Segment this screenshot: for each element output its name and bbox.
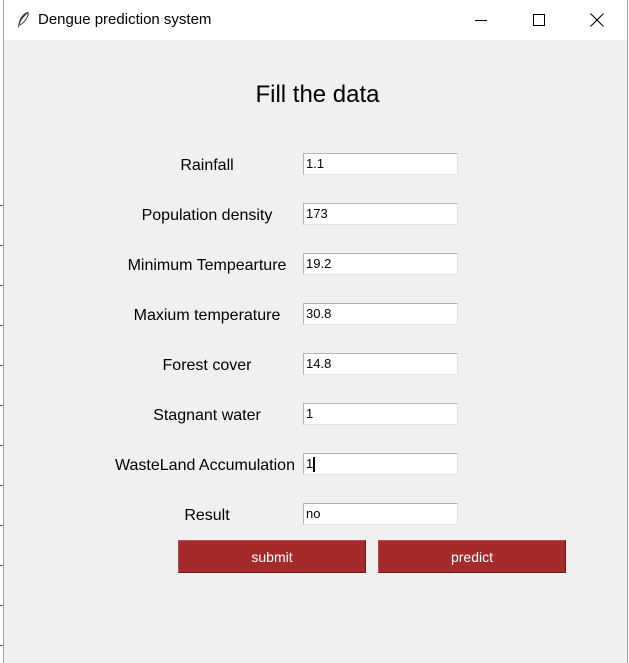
maximize-button[interactable] — [510, 0, 568, 40]
predict-button[interactable]: predict — [378, 540, 566, 573]
minimize-button[interactable] — [452, 0, 510, 40]
app-window: Dengue prediction system Fill the data R… — [3, 0, 628, 663]
minimum-temperature-label: Minimum Tempearture — [127, 257, 287, 274]
wasteland-accumulation-value: 1 — [306, 456, 314, 471]
forest-cover-label: Forest cover — [162, 357, 252, 374]
submit-button[interactable]: submit — [178, 540, 366, 573]
maximize-icon — [533, 14, 545, 26]
maximum-temperature-label: Maxium temperature — [133, 307, 281, 324]
wasteland-accumulation-label: WasteLand Accumulation — [115, 457, 295, 474]
feather-icon — [18, 11, 29, 28]
window-title: Dengue prediction system — [38, 11, 212, 28]
close-button[interactable] — [568, 0, 626, 40]
population-density-input[interactable]: 173 — [303, 203, 458, 225]
wasteland-accumulation-input[interactable]: 1 — [303, 453, 458, 475]
form-heading: Fill the data — [255, 81, 380, 108]
result-label: Result — [184, 507, 230, 524]
rainfall-input[interactable]: 1.1 — [303, 153, 458, 175]
minimum-temperature-input[interactable]: 19.2 — [303, 253, 458, 275]
maximum-temperature-input[interactable]: 30.8 — [303, 303, 458, 325]
forest-cover-input[interactable]: 14.8 — [303, 353, 458, 375]
text-cursor — [313, 457, 316, 473]
close-icon — [590, 13, 604, 27]
minimize-icon — [475, 20, 487, 21]
result-input[interactable]: no — [303, 503, 458, 525]
population-density-label: Population density — [141, 207, 273, 224]
title-bar[interactable]: Dengue prediction system — [4, 0, 627, 40]
stagnant-water-label: Stagnant water — [153, 407, 261, 424]
stagnant-water-input[interactable]: 1 — [303, 403, 458, 425]
rainfall-label: Rainfall — [180, 157, 234, 174]
